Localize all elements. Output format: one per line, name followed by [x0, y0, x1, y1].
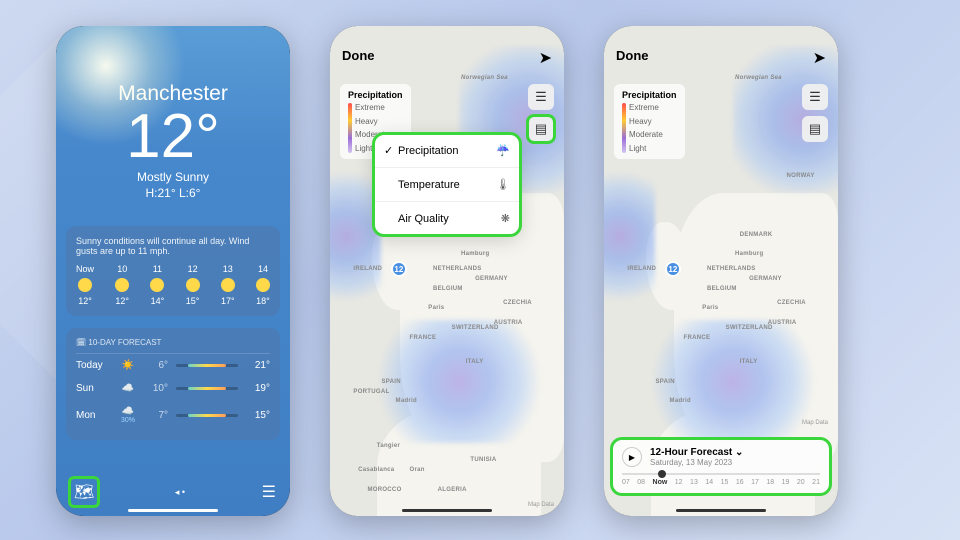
page-dots[interactable]: ◂ •: [175, 487, 185, 498]
temp-range-bar: [176, 364, 238, 367]
ten-day-header: 🗓 10-DAY FORECAST: [76, 338, 270, 354]
summary-text: Sunny conditions will continue all day. …: [76, 236, 270, 256]
map-screen: 12 Norwegian Sea NORWAY DENMARK IRELAND …: [604, 26, 838, 516]
map-attribution[interactable]: Map Data: [528, 502, 554, 508]
temp-range-bar: [176, 387, 238, 390]
layer-option-precip[interactable]: ✓Precipitation☔: [374, 134, 520, 168]
timeline-title[interactable]: 12-Hour Forecast ⌄: [650, 447, 743, 458]
hourly-card[interactable]: Sunny conditions will continue all day. …: [66, 226, 280, 316]
timeline-thumb[interactable]: [658, 470, 666, 478]
layer-option-aqi[interactable]: Air Quality❋: [374, 202, 520, 235]
layer-option-temp[interactable]: Temperature🌡: [374, 168, 520, 202]
precip-legend: Precipitation Extreme Heavy Moderate Lig…: [614, 84, 685, 159]
precip-overlay: [604, 163, 655, 310]
weather-screen: Manchester 12° Mostly Sunny H:21° L:6° S…: [56, 26, 290, 516]
layers-button[interactable]: ▤: [528, 116, 554, 142]
weather-map-timeline-phone: 12 Norwegian Sea NORWAY DENMARK IRELAND …: [604, 26, 838, 516]
check-icon: ✓: [384, 144, 398, 157]
map-screen: 12 Norwegian Sea DENMARK IRELAND NETHERL…: [330, 26, 564, 516]
done-button[interactable]: Done: [616, 48, 649, 68]
list-button[interactable]: ☰: [262, 482, 276, 502]
sun-icon: [256, 278, 270, 292]
umbrella-icon: ☔: [496, 144, 510, 157]
play-button[interactable]: ▶: [622, 447, 642, 467]
chevron-down-icon: ⌄: [735, 447, 743, 458]
hour-item: 1418°: [256, 264, 270, 306]
hour-item: 1317°: [221, 264, 235, 306]
location-pin[interactable]: 12: [665, 261, 681, 277]
timeline-track[interactable]: [622, 473, 820, 475]
map-topbar: Done ➤: [330, 48, 564, 68]
day-row[interactable]: Mon☁️30%7°15°: [76, 400, 270, 430]
map-button[interactable]: 🗺: [70, 478, 98, 506]
location-pin[interactable]: 12: [391, 261, 407, 277]
precip-overlay: [377, 320, 541, 443]
done-button[interactable]: Done: [342, 48, 375, 68]
sun-icon: [150, 278, 164, 292]
weather-home-phone: Manchester 12° Mostly Sunny H:21° L:6° S…: [56, 26, 290, 516]
day-row[interactable]: Today☀️6°21°: [76, 354, 270, 377]
precip-overlay: [651, 320, 815, 443]
hourly-row: Now12° 1012° 1114° 1215° 1317° 1418°: [76, 264, 270, 306]
weather-icon: ☁️: [120, 383, 136, 394]
condition-text: Mostly Sunny: [56, 170, 290, 184]
locate-icon[interactable]: ➤: [813, 48, 826, 68]
map-topbar: Done ➤: [604, 48, 838, 68]
home-indicator[interactable]: [402, 509, 492, 512]
list-toggle-button[interactable]: ☰: [802, 84, 828, 110]
weather-icon: ☁️30%: [120, 406, 136, 424]
hi-lo: H:21° L:6°: [56, 186, 290, 200]
timeline-date: Saturday, 13 May 2023: [650, 458, 743, 467]
legend-gradient: [348, 103, 352, 153]
weather-map-layers-phone: 12 Norwegian Sea DENMARK IRELAND NETHERL…: [330, 26, 564, 516]
list-toggle-button[interactable]: ☰: [528, 84, 554, 110]
layers-button[interactable]: ▤: [802, 116, 828, 142]
sun-icon: [78, 278, 92, 292]
home-indicator[interactable]: [128, 509, 218, 512]
hour-item: Now12°: [76, 264, 94, 306]
temp-range-bar: [176, 414, 238, 417]
day-row[interactable]: Sun☁️10°19°: [76, 377, 270, 400]
thermometer-icon: 🌡: [496, 178, 510, 191]
weather-icon: ☀️: [120, 360, 136, 371]
locate-icon[interactable]: ➤: [539, 48, 552, 68]
map-right-buttons: ☰ ▤: [528, 84, 554, 142]
hour-item: 1114°: [150, 264, 164, 306]
hour-item: 1012°: [115, 264, 129, 306]
timeline-ticks: 0708Now12131415161718192021: [622, 479, 820, 486]
hour-item: 1215°: [186, 264, 200, 306]
layers-popup: ✓Precipitation☔ Temperature🌡 Air Quality…: [374, 134, 520, 235]
sun-icon: [186, 278, 200, 292]
map-right-buttons: ☰ ▤: [802, 84, 828, 142]
particles-icon: ❋: [501, 212, 510, 225]
sun-icon: [115, 278, 129, 292]
forecast-timeline[interactable]: ▶ 12-Hour Forecast ⌄ Saturday, 13 May 20…: [612, 439, 830, 494]
bottom-toolbar: 🗺 ◂ • ☰: [56, 478, 290, 506]
ten-day-card[interactable]: 🗓 10-DAY FORECAST Today☀️6°21° Sun☁️10°1…: [66, 328, 280, 440]
sun-icon: [221, 278, 235, 292]
legend-gradient: [622, 103, 626, 153]
home-indicator[interactable]: [676, 509, 766, 512]
map-attribution[interactable]: Map Data: [802, 420, 828, 426]
